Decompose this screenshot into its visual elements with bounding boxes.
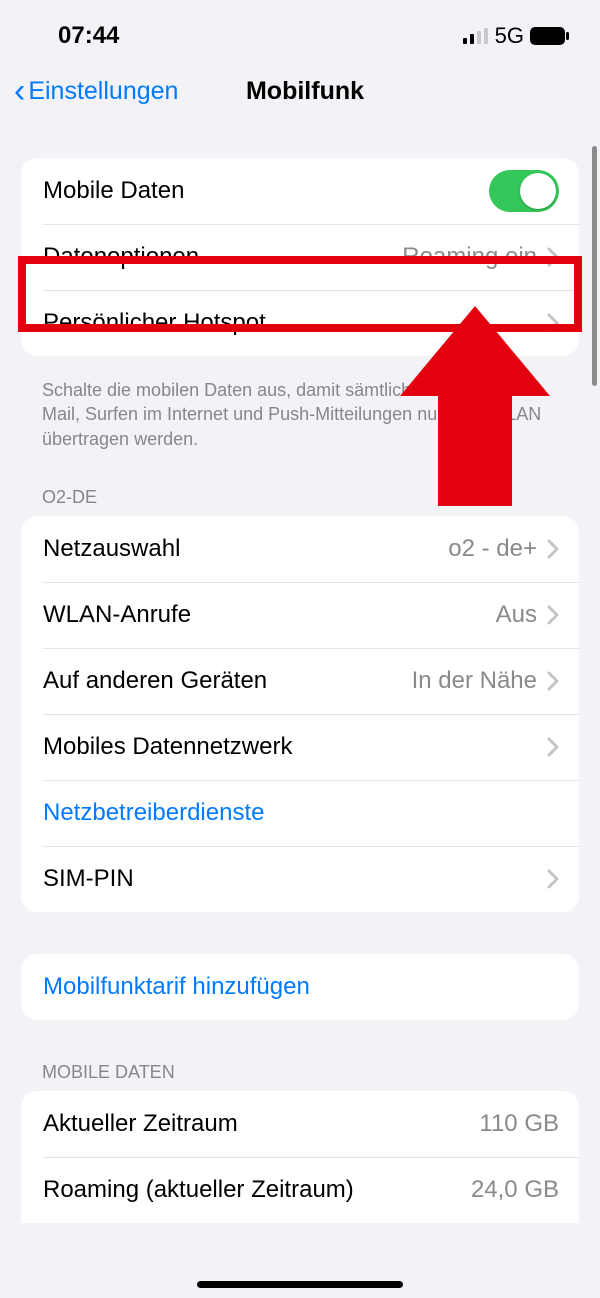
current-period-row: Aktueller Zeitraum 110 GB [21, 1091, 579, 1157]
mobile-data-row[interactable]: Mobile Daten [21, 158, 579, 224]
mobile-data-toggle[interactable] [489, 170, 559, 212]
mobile-data-label: Mobile Daten [43, 177, 489, 205]
add-plan-group: Mobilfunktarif hinzufügen [21, 954, 579, 1020]
cellular-signal-icon [463, 28, 489, 44]
chevron-right-icon [547, 671, 559, 691]
sim-pin-label: SIM-PIN [43, 865, 547, 893]
chevron-left-icon: ‹ [14, 74, 25, 108]
scroll-indicator [592, 146, 597, 386]
other-devices-label: Auf anderen Geräten [43, 667, 412, 695]
mobile-data-usage-group: Aktueller Zeitraum 110 GB Roaming (aktue… [21, 1091, 579, 1223]
network-selection-detail: o2 - de+ [448, 535, 537, 563]
nav-bar: ‹ Einstellungen Mobilfunk [0, 58, 600, 124]
network-type: 5G [495, 23, 524, 49]
roaming-period-label: Roaming (aktueller Zeitraum) [43, 1176, 471, 1204]
carrier-services-row[interactable]: Netzbetreiberdienste [21, 780, 579, 846]
add-plan-label: Mobilfunktarif hinzufügen [43, 973, 559, 1001]
mobile-data-network-label: Mobiles Datennetzwerk [43, 733, 547, 761]
back-button[interactable]: ‹ Einstellungen [14, 74, 178, 108]
personal-hotspot-label: Persönlicher Hotspot [43, 309, 537, 337]
chevron-right-icon [547, 313, 559, 333]
mobile-data-footer: Schalte die mobilen Daten aus, damit säm… [21, 370, 579, 451]
home-indicator [197, 1281, 403, 1288]
network-selection-label: Netzauswahl [43, 535, 448, 563]
roaming-period-row: Roaming (aktueller Zeitraum) 24,0 GB [21, 1157, 579, 1223]
mobile-data-usage-header: MOBILE DATEN [21, 1062, 579, 1091]
personal-hotspot-row[interactable]: Persönlicher Hotspot [21, 290, 579, 356]
network-selection-row[interactable]: Netzauswahl o2 - de+ [21, 516, 579, 582]
carrier-services-label: Netzbetreiberdienste [43, 799, 559, 827]
add-plan-row[interactable]: Mobilfunktarif hinzufügen [21, 954, 579, 1020]
sim-pin-row[interactable]: SIM-PIN [21, 846, 579, 912]
chevron-right-icon [547, 869, 559, 889]
battery-icon [530, 27, 570, 45]
other-devices-row[interactable]: Auf anderen Geräten In der Nähe [21, 648, 579, 714]
current-period-label: Aktueller Zeitraum [43, 1110, 479, 1138]
chevron-right-icon [547, 539, 559, 559]
data-options-label: Datenoptionen [43, 243, 402, 271]
current-period-value: 110 GB [479, 1110, 559, 1138]
status-indicators: 5G [463, 23, 570, 49]
mobile-data-network-row[interactable]: Mobiles Datennetzwerk [21, 714, 579, 780]
chevron-right-icon [547, 247, 559, 267]
chevron-right-icon [547, 605, 559, 625]
wlan-calls-row[interactable]: WLAN-Anrufe Aus [21, 582, 579, 648]
wlan-calls-detail: Aus [496, 601, 537, 629]
page-title: Mobilfunk [246, 77, 364, 106]
other-devices-detail: In der Nähe [412, 667, 537, 695]
status-time: 07:44 [58, 22, 119, 50]
data-options-detail: Roaming ein [402, 243, 537, 271]
roaming-period-value: 24,0 GB [471, 1176, 559, 1204]
carrier-header: O2-DE [21, 487, 579, 516]
wlan-calls-label: WLAN-Anrufe [43, 601, 496, 629]
data-options-row[interactable]: Datenoptionen Roaming ein [21, 224, 579, 290]
back-label: Einstellungen [28, 77, 178, 106]
status-bar: 07:44 5G [0, 0, 600, 58]
mobile-data-group: Mobile Daten Datenoptionen Roaming ein P… [21, 158, 579, 356]
carrier-group: Netzauswahl o2 - de+ WLAN-Anrufe Aus Auf… [21, 516, 579, 912]
chevron-right-icon [547, 737, 559, 757]
